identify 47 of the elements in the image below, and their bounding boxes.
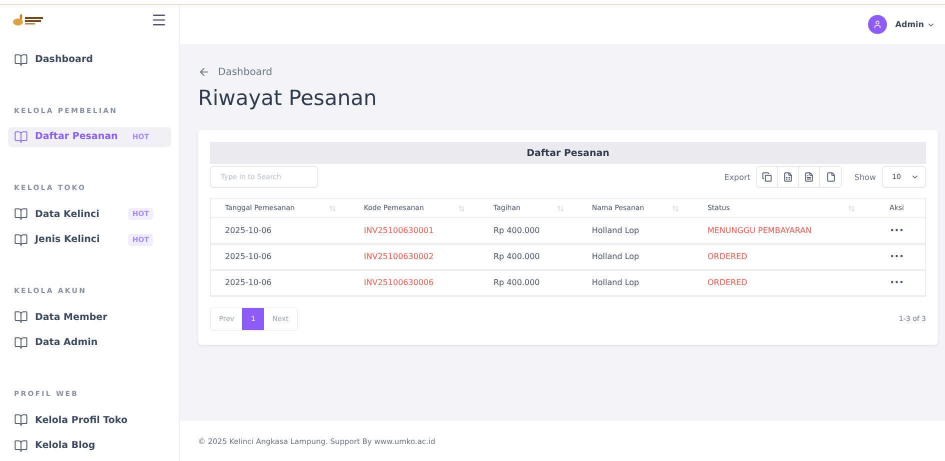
book-icon — [14, 413, 28, 428]
book-icon — [14, 207, 28, 222]
breadcrumb-link[interactable]: Dashboard — [198, 66, 938, 78]
book-icon — [14, 438, 28, 453]
sidebar-item[interactable]: Dashboard — [8, 49, 171, 70]
table-cell: Holland Lop — [578, 244, 694, 270]
user-menu-button[interactable]: Admin — [895, 20, 935, 29]
spreadsheet-icon — [783, 172, 794, 182]
more-actions-button[interactable]: ••• — [868, 270, 926, 296]
table-cell: ORDERED — [693, 244, 869, 270]
page-title: Riwayat Pesanan — [198, 86, 378, 110]
table-cell: INV25100630006 — [350, 270, 480, 296]
book-icon — [14, 310, 28, 324]
table-cell: ORDERED — [693, 270, 869, 296]
chevron-down-icon — [911, 173, 919, 181]
book-icon — [14, 52, 28, 67]
sidebar-item[interactable]: Data Admin — [8, 332, 171, 354]
copy-button[interactable] — [757, 167, 778, 187]
table-cell: Rp 400.000 — [479, 244, 578, 270]
table-cell: INV25100630001 — [350, 218, 480, 244]
table-cell: Holland Lop — [578, 218, 694, 244]
show-label: Show — [854, 172, 876, 182]
table-cell: MENUNGGU PEMBAYARAN — [693, 218, 869, 244]
file-icon — [826, 172, 836, 182]
table-cell: INV25100630002 — [350, 244, 480, 270]
table-cell: Rp 400.000 — [479, 270, 578, 296]
avatar-icon[interactable] — [868, 15, 888, 34]
table-cell: Holland Lop — [578, 270, 694, 296]
menu-icon[interactable] — [151, 12, 167, 28]
logo-icon — [12, 14, 46, 26]
book-icon — [14, 336, 28, 350]
more-actions-button[interactable]: ••• — [868, 244, 926, 270]
sidebar-item[interactable]: Kelola Profil Toko — [8, 410, 171, 430]
back-arrow-icon — [198, 66, 210, 78]
copy-icon — [762, 172, 772, 182]
document-icon — [804, 172, 814, 182]
sidebar-item[interactable]: Data Member — [8, 307, 171, 328]
more-actions-button[interactable]: ••• — [868, 218, 926, 244]
book-icon — [14, 232, 28, 247]
table-cell: 2025-10-06 — [210, 218, 350, 244]
sidebar-item[interactable]: Kelola Blog — [8, 435, 171, 456]
card-title: Daftar Pesanan — [210, 142, 926, 164]
book-icon — [14, 130, 28, 144]
table-cell: 2025-10-06 — [210, 244, 350, 270]
table-cell: Rp 400.000 — [479, 218, 578, 244]
table-cell: 2025-10-06 — [210, 270, 350, 296]
export-label: Export — [724, 172, 750, 182]
